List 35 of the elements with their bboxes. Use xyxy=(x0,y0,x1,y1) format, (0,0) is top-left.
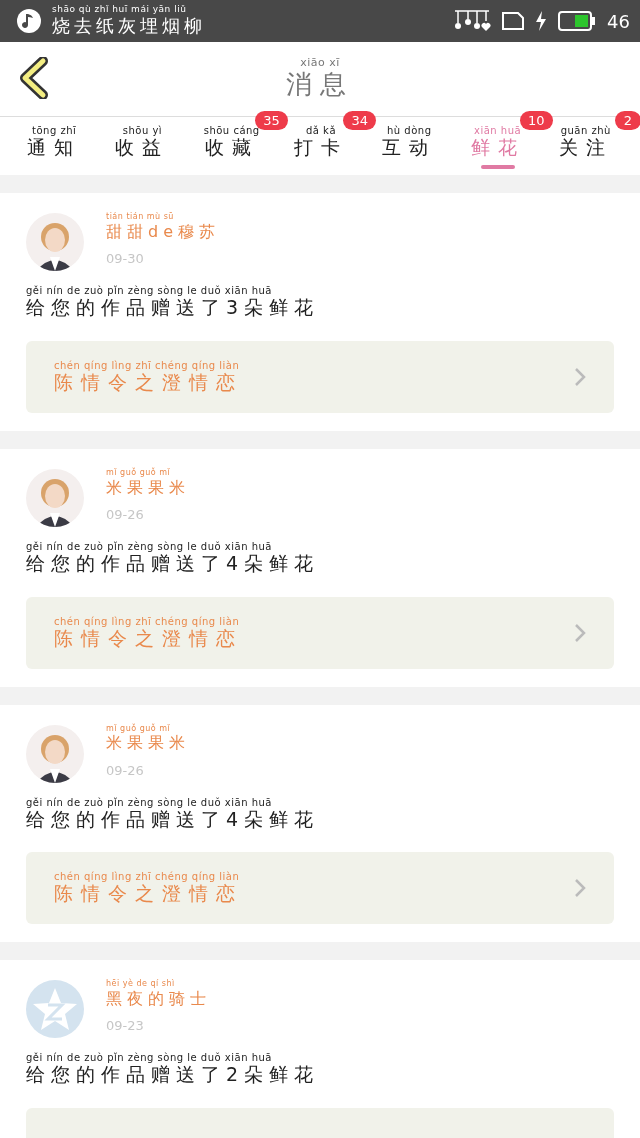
user-name: tián tián mù sū 甜甜de穆苏 xyxy=(106,213,220,241)
song-title: shāo qù zhǐ huī mái yān liǔ 烧去纸灰埋烟柳 xyxy=(52,5,206,37)
count-badge: 10 xyxy=(520,111,553,130)
page-title: xiāo xī 消息 xyxy=(286,57,354,101)
work-title: chén qíng lìng zhī chéng qíng liàn 陈情令之澄情恋 xyxy=(54,871,243,906)
user-name: mǐ guǒ guǒ mǐ 米果果米 xyxy=(106,468,190,497)
music-note-icon xyxy=(16,8,42,34)
star-avatar-icon xyxy=(26,980,84,1039)
wind-chime-icon xyxy=(453,9,492,33)
signal-text: 46 xyxy=(607,10,630,32)
tab-underline xyxy=(480,164,515,169)
count-badge: 34 xyxy=(343,111,376,130)
chevron-right-icon xyxy=(574,622,586,643)
charging-icon xyxy=(535,11,548,31)
chevron-right-icon xyxy=(574,878,586,899)
tab[interactable]: guān zhù 关注 xyxy=(556,117,615,175)
sim-card-icon xyxy=(501,11,526,31)
tab[interactable]: shōu yì 收益 xyxy=(113,117,172,175)
date-text: 09-26 xyxy=(106,762,145,778)
user-name: mǐ guǒ guǒ mǐ 米果果米 xyxy=(106,724,190,753)
tab[interactable]: tōng zhī 通知 xyxy=(25,117,84,175)
work-title: chén qíng lìng zhī chéng qíng liàn 陈情令之澄情恋 xyxy=(54,615,243,650)
user-name: hēi yè de qí shì 黑夜的骑士 xyxy=(106,980,211,1009)
date-text: 09-26 xyxy=(106,506,145,522)
message-text: gěi nín de zuò pǐn zèng sòng le duǒ xiān huā 给您的作品赠送了4朵鲜花 xyxy=(26,540,321,575)
date-text: 09-23 xyxy=(106,1018,145,1034)
count-badge: 2 xyxy=(614,111,640,130)
date-text: 09-30 xyxy=(106,251,145,266)
work-title: chén qíng lìng zhī chéng qíng liàn 陈情令之澄情恋 xyxy=(54,359,243,394)
message-text: gěi nín de zuò pǐn zèng sòng le duǒ xiān huā 给您的作品赠送了4朵鲜花 xyxy=(26,796,321,831)
message-text: gěi nín de zuò pǐn zèng sòng le duǒ xiān huā 给您的作品赠送了2朵鲜花 xyxy=(26,1052,321,1087)
battery-icon xyxy=(557,10,598,32)
chevron-right-icon xyxy=(574,366,586,387)
tab[interactable]: hù dòng 互动 xyxy=(380,117,439,175)
message-text: gěi nín de zuò pǐn zèng sòng le duǒ xiān huā 给您的作品赠送了3朵鲜花 xyxy=(26,285,321,319)
